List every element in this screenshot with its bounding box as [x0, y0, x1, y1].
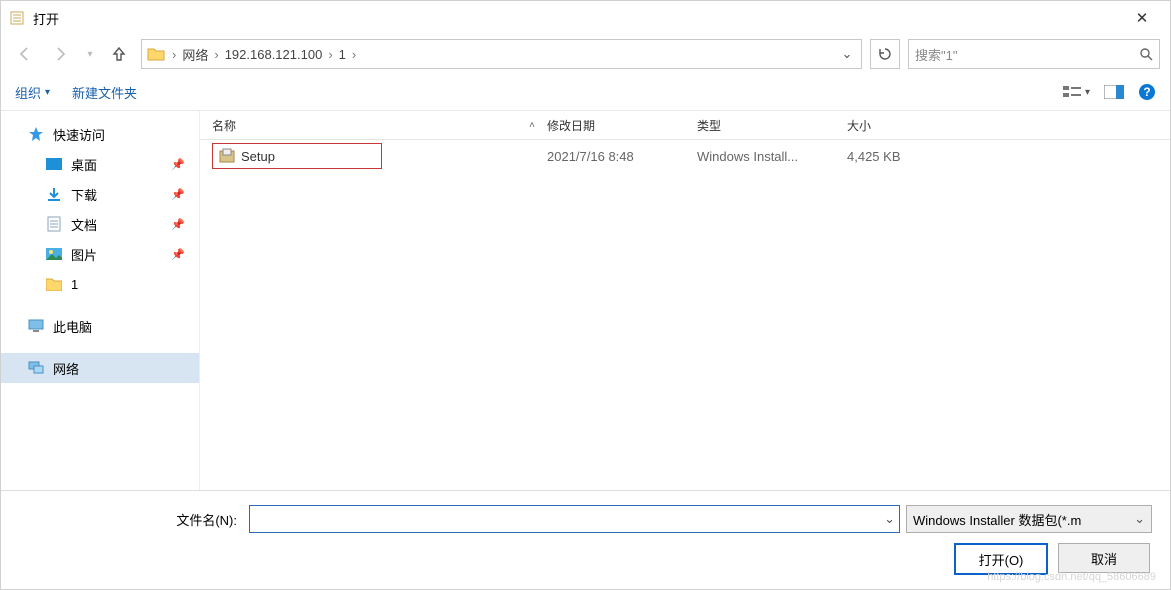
pc-icon: [27, 319, 45, 333]
forward-button[interactable]: [47, 40, 75, 68]
breadcrumb-ip[interactable]: 192.168.121.100: [221, 47, 327, 62]
sidebar-network[interactable]: 网络: [1, 353, 199, 383]
search-input[interactable]: 搜索"1": [908, 39, 1160, 69]
sidebar-desktop[interactable]: 桌面 📌: [1, 149, 199, 179]
search-placeholder: 搜索"1": [915, 45, 1139, 64]
picture-icon: [45, 248, 63, 260]
pin-icon: 📌: [171, 248, 185, 261]
column-size[interactable]: 大小: [835, 117, 955, 134]
sidebar-pictures[interactable]: 图片 📌: [1, 239, 199, 269]
address-dropdown[interactable]: ⌄: [837, 46, 857, 62]
file-type-filter[interactable]: Windows Installer 数据包(*.m ⌄: [906, 505, 1152, 533]
close-button[interactable]: ✕: [1122, 9, 1162, 27]
chevron-down-icon: ▾: [45, 87, 50, 98]
navigation-pane: 快速访问 桌面 📌 下载 📌 文档 📌 图片 📌: [1, 111, 200, 490]
star-icon: [27, 126, 45, 142]
folder-icon: [45, 277, 63, 291]
sidebar-documents[interactable]: 文档 📌: [1, 209, 199, 239]
column-name[interactable]: 名称 ˄: [200, 117, 535, 134]
chevron-down-icon: ⌄: [1134, 511, 1145, 527]
up-button[interactable]: [105, 40, 133, 68]
address-bar[interactable]: › 网络 › 192.168.121.100 › 1 › ⌄: [141, 39, 862, 69]
column-type[interactable]: 类型: [685, 117, 835, 134]
sidebar-label: 文档: [71, 215, 97, 234]
search-icon: [1139, 47, 1153, 61]
breadcrumb-network[interactable]: 网络: [178, 45, 212, 64]
file-type: Windows Install...: [685, 149, 835, 164]
pin-icon: 📌: [171, 158, 185, 171]
sidebar-label: 桌面: [71, 155, 97, 174]
preview-pane-button[interactable]: [1104, 85, 1124, 99]
refresh-button[interactable]: [870, 39, 900, 69]
back-button[interactable]: [11, 40, 39, 68]
sidebar-label: 网络: [53, 359, 79, 378]
sidebar-label: 下载: [71, 185, 97, 204]
view-options-button[interactable]: ▾: [1063, 85, 1090, 99]
chevron-right-icon: ›: [212, 47, 220, 62]
help-button[interactable]: ?: [1138, 83, 1156, 101]
document-icon: [45, 216, 63, 232]
chevron-down-icon: ▾: [1085, 87, 1090, 98]
open-button[interactable]: 打开(O): [954, 543, 1048, 575]
chevron-right-icon: ›: [170, 47, 178, 62]
filename-label: 文件名(N):: [19, 510, 243, 529]
new-folder-label: 新建文件夹: [72, 83, 137, 102]
new-folder-button[interactable]: 新建文件夹: [72, 83, 137, 102]
chevron-right-icon: ›: [350, 47, 358, 62]
sidebar-this-pc[interactable]: 此电脑: [1, 311, 199, 341]
cancel-button[interactable]: 取消: [1058, 543, 1150, 573]
sidebar-label: 图片: [71, 245, 97, 264]
column-date[interactable]: 修改日期: [535, 117, 685, 134]
window-icon: [9, 10, 25, 26]
organize-label: 组织: [15, 83, 41, 102]
filename-input[interactable]: ⌄: [249, 505, 900, 533]
window-title: 打开: [33, 9, 1122, 28]
file-name: Setup: [241, 149, 275, 164]
pin-icon: 📌: [171, 218, 185, 231]
sidebar-label: 快速访问: [53, 125, 105, 144]
chevron-right-icon: ›: [326, 47, 334, 62]
filter-label: Windows Installer 数据包(*.m: [913, 510, 1081, 529]
file-size: 4,425 KB: [835, 149, 955, 164]
chevron-down-icon[interactable]: ⌄: [884, 511, 895, 527]
network-icon: [27, 361, 45, 375]
column-label: 名称: [212, 117, 236, 134]
file-row[interactable]: Setup 2021/7/16 8:48 Windows Install... …: [200, 140, 1170, 172]
folder-icon: [146, 44, 166, 64]
sidebar-label: 1: [71, 277, 78, 292]
desktop-icon: [45, 158, 63, 170]
svg-text:?: ?: [1143, 85, 1150, 99]
file-date: 2021/7/16 8:48: [535, 149, 685, 164]
sidebar-downloads[interactable]: 下载 📌: [1, 179, 199, 209]
sidebar-quick-access[interactable]: 快速访问: [1, 119, 199, 149]
organize-menu[interactable]: 组织 ▾: [15, 83, 50, 102]
download-icon: [45, 186, 63, 202]
pin-icon: 📌: [171, 188, 185, 201]
sidebar-label: 此电脑: [53, 317, 92, 336]
breadcrumb-folder[interactable]: 1: [335, 47, 350, 62]
sidebar-folder-1[interactable]: 1: [1, 269, 199, 299]
recent-locations-button[interactable]: ▾: [83, 40, 97, 68]
msi-icon: [219, 148, 235, 164]
